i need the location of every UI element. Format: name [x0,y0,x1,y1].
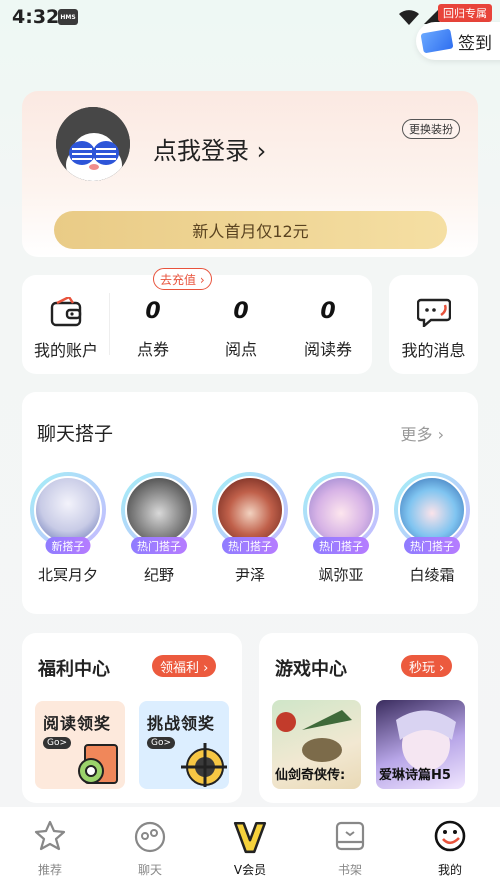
partner-tag: 新搭子 [45,537,91,554]
profile-face-icon [434,820,466,852]
partner-avatar-ring: 热门搭子 [212,472,288,554]
chat-partners-card: 聊天搭子 更多 › 新搭子 北冥月夕 热门搭子 纪野 热门搭子 尹泽 热门搭子 … [22,392,478,614]
bottom-tab-bar: 推荐 聊天 V会员 书架 我的 [0,807,500,889]
instant-play-button[interactable]: 秒玩 › [401,655,453,677]
welfare-center-title: 福利中心 [38,659,110,680]
tab-label: 我的 [437,863,462,877]
tab-label: 书架 [337,863,362,877]
tab-recommend[interactable]: 推荐 [15,819,85,878]
partner-avatar [307,476,375,544]
challenge-reward-tile[interactable]: 挑战领奖 Go> [139,701,229,789]
partner-name: 北冥月夕 [37,566,98,584]
partner-item[interactable]: 热门搭子 纪野 [119,472,199,585]
chat-more-link[interactable]: 更多 › [401,421,445,445]
read-voucher-label: 阅读券 [303,340,352,359]
partner-avatar [125,476,193,544]
partner-avatar-ring: 热门搭子 [394,472,470,554]
hms-badge: HMS [58,9,78,25]
partner-avatar-ring: 新搭子 [30,472,106,554]
star-icon [34,820,66,851]
chat-face-icon [134,821,166,853]
book-reward-icon [78,744,118,784]
partner-name: 尹泽 [234,566,265,584]
partner-tag: 热门搭子 [404,537,460,554]
tab-label: 聊天 [137,863,162,877]
my-messages-button[interactable]: 我的消息 [389,275,478,374]
bookshelf-icon [335,821,365,851]
game-tile[interactable]: 仙剑奇侠传: [272,700,361,789]
read-voucher-balance[interactable]: 0 阅读券 [295,299,361,360]
status-time: 4:32 [12,6,60,28]
coupon-balance[interactable]: 0 点券 [122,299,184,360]
read-points-balance[interactable]: 0 阅点 [210,299,272,360]
change-outfit-button[interactable]: 更换装扮 [402,119,460,139]
partner-tag: 热门搭子 [222,537,278,554]
partner-item[interactable]: 热门搭子 白绫霜 [392,472,472,585]
divider [109,293,110,355]
partner-item[interactable]: 热门搭子 尹泽 [210,472,290,585]
profile-card: 点我登录 › 更换装扮 新人首月仅12元 [22,91,478,257]
read-reward-text: 阅读领奖 [43,714,112,733]
partner-name: 纪野 [143,566,174,584]
read-points-label: 阅点 [224,340,257,359]
tab-chat[interactable]: 聊天 [115,819,185,878]
checkin-label: 签到 [458,33,492,54]
wheel-reward-icon [181,743,227,787]
account-card: 我的账户 去充值 › 0 点券 0 阅点 0 阅读券 [22,268,372,374]
wifi-icon [399,10,419,25]
partner-avatar-ring: 热门搭子 [121,472,197,554]
my-messages-label: 我的消息 [401,341,466,360]
partner-name: 白绫霜 [409,566,455,584]
chat-partners-title: 聊天搭子 [37,423,114,445]
go-label: Go> [43,737,72,749]
checkin-button[interactable]: 签到 [416,22,500,60]
tab-label: 推荐 [37,863,62,877]
ticket-icon [420,28,454,54]
partner-avatar [34,476,102,544]
challenge-reward-text: 挑战领奖 [147,714,216,733]
coupon-value: 0 [145,299,161,324]
partner-avatar [216,476,284,544]
game-center-card: 游戏中心 秒玩 › 仙剑奇侠传: 爱琳诗篇H5 [259,633,478,803]
game-tile[interactable]: 爱琳诗篇H5 [376,700,465,789]
tab-label: V会员 [233,863,267,877]
welfare-center-card: 福利中心 领福利 › 阅读领奖 Go> 挑战领奖 Go> [22,633,242,803]
partner-item[interactable]: 新搭子 北冥月夕 [28,472,108,585]
tab-bookshelf[interactable]: 书架 [315,819,385,878]
partner-tag: 热门搭子 [131,537,187,554]
vip-icon [233,821,267,854]
my-account-button[interactable]: 我的账户 [30,295,102,361]
avatar-penguin-icon [56,107,130,181]
game-center-title: 游戏中心 [275,659,347,680]
partner-item[interactable]: 热门搭子 飒弥亚 [301,472,381,585]
avatar[interactable] [56,107,130,181]
read-voucher-value: 0 [320,299,336,324]
read-points-value: 0 [233,299,249,324]
game-name: 爱琳诗篇H5 [379,768,451,783]
partner-avatar-ring: 热门搭子 [303,472,379,554]
my-account-label: 我的账户 [33,341,98,360]
message-icon [416,298,451,329]
recharge-button[interactable]: 去充值 › [153,268,212,290]
new-user-promo-button[interactable]: 新人首月仅12元 [54,211,447,249]
login-link[interactable]: 点我登录 › [153,131,266,166]
game-name: 仙剑奇侠传: [275,768,346,783]
vip-return-ribbon[interactable]: 回归专属 [438,4,492,22]
partner-name: 飒弥亚 [318,566,364,584]
go-label: Go> [147,737,176,749]
read-reward-tile[interactable]: 阅读领奖 Go> [35,701,125,789]
coupon-label: 点券 [136,340,169,359]
partner-avatar [398,476,466,544]
tab-mine[interactable]: 我的 [415,819,485,878]
get-welfare-button[interactable]: 领福利 › [152,655,217,677]
wallet-icon [50,295,82,327]
partner-tag: 热门搭子 [313,537,369,554]
tab-vip[interactable]: V会员 [215,819,285,878]
